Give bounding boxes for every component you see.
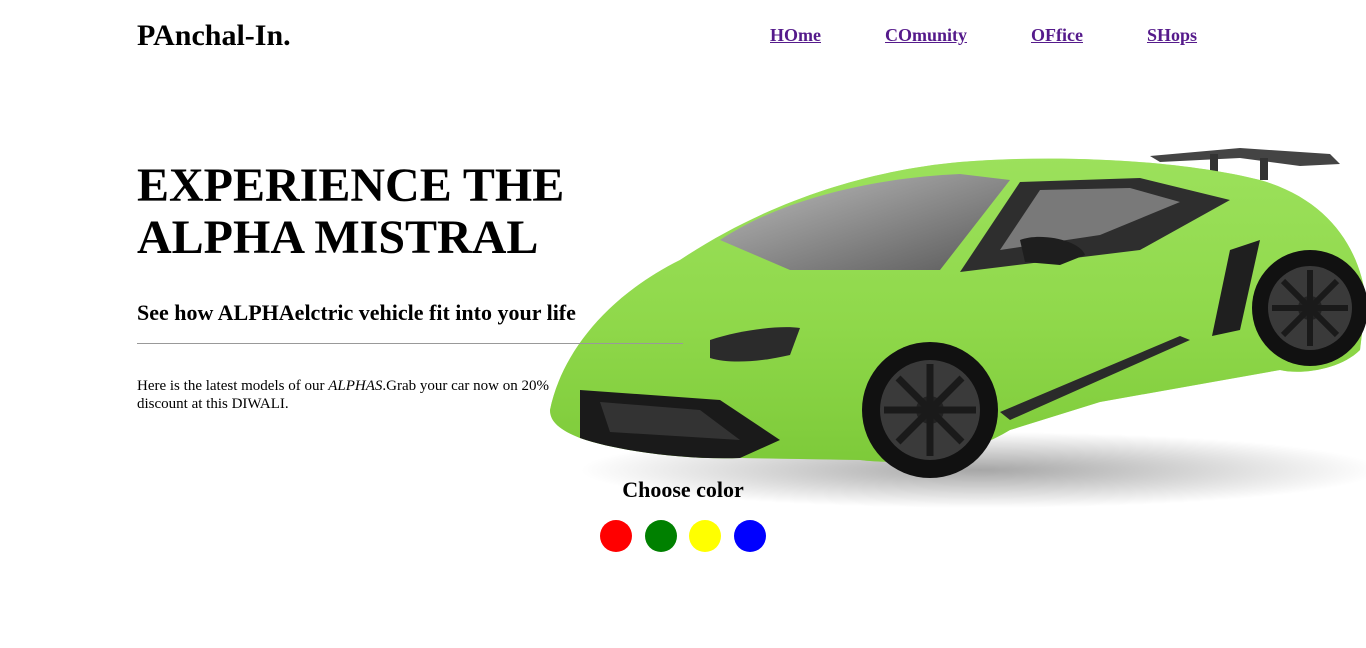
hero-title: EXPERIENCE THE ALPHA MISTRAL [137, 159, 565, 264]
color-swatch-red[interactable] [600, 520, 632, 552]
nav-link-shops[interactable]: SHops [1147, 24, 1197, 46]
main-nav: HOme COmunity OFfice SHops [0, 24, 1366, 48]
choose-color-heading: Choose color [622, 477, 744, 502]
color-swatch-green[interactable] [645, 520, 677, 552]
color-swatch-yellow[interactable] [689, 520, 721, 552]
hero-subtitle: See how ALPHAelctric vehicle fit into yo… [137, 300, 576, 325]
hero-description-emphasis: ALPHAS [328, 378, 383, 394]
hero-divider [137, 343, 683, 344]
hero-description-text: Here is the latest models of our [137, 378, 329, 394]
color-swatches [600, 520, 770, 552]
car-image [540, 140, 1366, 510]
nav-link-home[interactable]: HOme [770, 24, 821, 46]
hero-description: Here is the latest models of our ALPHAS.… [137, 377, 582, 413]
nav-link-community[interactable]: COmunity [885, 24, 967, 46]
nav-link-office[interactable]: OFfice [1031, 24, 1083, 46]
color-swatch-blue[interactable] [734, 520, 766, 552]
